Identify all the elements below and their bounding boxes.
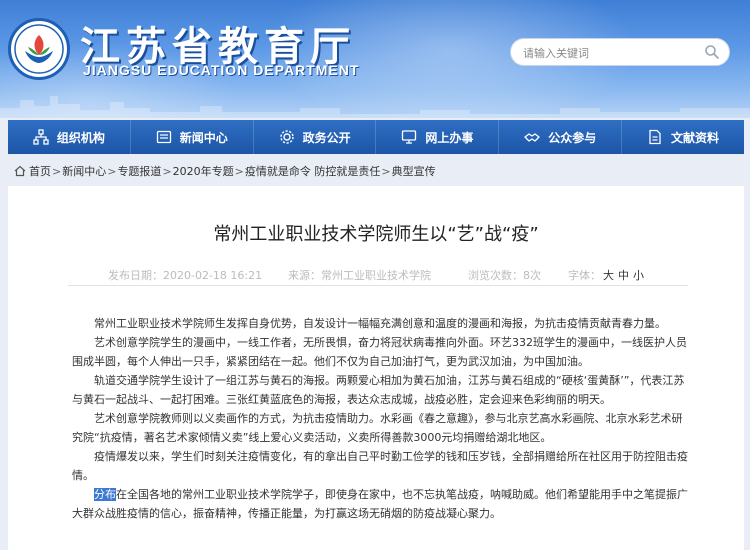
font-size-label: 字体：	[568, 269, 601, 282]
article-meta: 发布日期：2020-02-18 16:21 来源：常州工业职业技术学院 浏览次数…	[68, 264, 688, 286]
breadcrumb-separator: >	[162, 164, 172, 178]
nav-label: 网上办事	[425, 130, 474, 145]
font-size-small[interactable]: 小	[633, 267, 644, 283]
city-skyline	[0, 96, 750, 118]
home-icon	[14, 165, 26, 177]
nav-item-public-participation[interactable]: 公众参与	[499, 120, 623, 154]
article-paragraph-last: 分布在全国各地的常州工业职业技术学院学子，即使身在家中，也不忘执笔战疫，呐喊助威…	[72, 485, 692, 523]
breadcrumb-separator: >	[52, 164, 62, 178]
article-panel: 常州工业职业技术学院师生以“艺”战“疫” 发布日期：2020-02-18 16:…	[8, 186, 744, 550]
education-department-logo[interactable]	[8, 18, 70, 80]
font-size-large[interactable]: 大	[603, 267, 614, 283]
breadcrumb-special-reports[interactable]: 专题报道	[117, 163, 161, 179]
article-paragraph: 艺术创意学院学生的漫画中，一线工作者，无所畏惧，奋力将冠状病毒推向外面。环艺33…	[72, 336, 687, 368]
article-paragraph: 艺术创意学院教师则以义卖画作的方式，为抗击疫情助力。水彩画《春之意趣》，参与北京…	[72, 412, 683, 444]
breadcrumb-separator: >	[234, 164, 244, 178]
search-input[interactable]	[523, 43, 693, 63]
nav-label: 组织机构	[56, 130, 105, 145]
nav-label: 公众参与	[548, 130, 597, 145]
article-paragraph: 疫情爆发以来，学生们时刻关注疫情变化，有的拿出自己平时勤工俭学的钱和压岁钱，全部…	[72, 450, 688, 482]
org-chart-icon	[33, 129, 49, 145]
nav-label: 新闻中心	[179, 130, 228, 145]
breadcrumb-separator: >	[381, 164, 391, 178]
selected-text[interactable]: 分布	[94, 488, 116, 501]
publish-date: 发布日期：2020-02-18 16:21	[108, 269, 263, 282]
site-header: 江苏省教育厅 JIANGSU EDUCATION DEPARTMENT	[0, 0, 750, 118]
breadcrumb-home[interactable]: 首页	[29, 163, 51, 179]
nav-item-online-services[interactable]: 网上办事	[376, 120, 500, 154]
article-paragraph: 常州工业职业技术学院师生发挥自身优势，自发设计一幅幅充满创意和温度的漫画和海报，…	[94, 317, 666, 330]
nav-item-organization[interactable]: 组织机构	[8, 120, 131, 154]
breadcrumb-2020-topics[interactable]: 2020年专题	[173, 163, 234, 179]
nav-item-government-affairs[interactable]: 政务公开	[254, 120, 377, 154]
nav-label: 文献资料	[671, 130, 720, 145]
search-button[interactable]	[703, 44, 721, 62]
search-box	[510, 38, 730, 66]
breadcrumb-separator: >	[107, 164, 117, 178]
font-size-medium[interactable]: 中	[618, 267, 629, 283]
nav-item-documents[interactable]: 文献资料	[622, 120, 744, 154]
breadcrumb-typical-publicity[interactable]: 典型宣传	[392, 163, 436, 179]
article-paragraph-rest: 在全国各地的常州工业职业技术学院学子，即使身在家中，也不忘执笔战疫，呐喊助威。他…	[72, 488, 688, 520]
breadcrumb-epidemic-topic[interactable]: 疫情就是命令 防控就是责任	[245, 163, 381, 179]
breadcrumb-news-center[interactable]: 新闻中心	[62, 163, 106, 179]
monitor-icon	[402, 130, 417, 144]
article-title: 常州工业职业技术学院师生以“艺”战“疫”	[213, 224, 539, 245]
article-source: 来源：常州工业职业技术学院	[288, 269, 431, 282]
document-icon	[649, 129, 661, 145]
nav-item-news[interactable]: 新闻中心	[131, 120, 254, 154]
article-body: 常州工业职业技术学院师生发挥自身优势，自发设计一幅幅充满创意和温度的漫画和海报，…	[72, 314, 692, 523]
search-icon	[705, 45, 719, 59]
article-paragraph: 轨道交通学院学生设计了一组江苏与黄石的海报。两颗爱心相加为黄石加油，江苏与黄石组…	[72, 374, 685, 406]
site-subtitle: JIANGSU EDUCATION DEPARTMENT	[83, 62, 360, 78]
view-count: 浏览次数：8次	[468, 269, 541, 282]
main-nav: 组织机构 新闻中心 政务公开 网上办事 公众参与 文献资料	[8, 120, 744, 154]
news-icon	[156, 130, 171, 144]
breadcrumb: 首页 > 新闻中心 > 专题报道 > 2020年专题 > 疫情就是命令 防控就是…	[8, 158, 744, 184]
handshake-icon	[524, 133, 540, 142]
nav-label: 政务公开	[302, 130, 351, 145]
gear-icon	[279, 130, 294, 144]
